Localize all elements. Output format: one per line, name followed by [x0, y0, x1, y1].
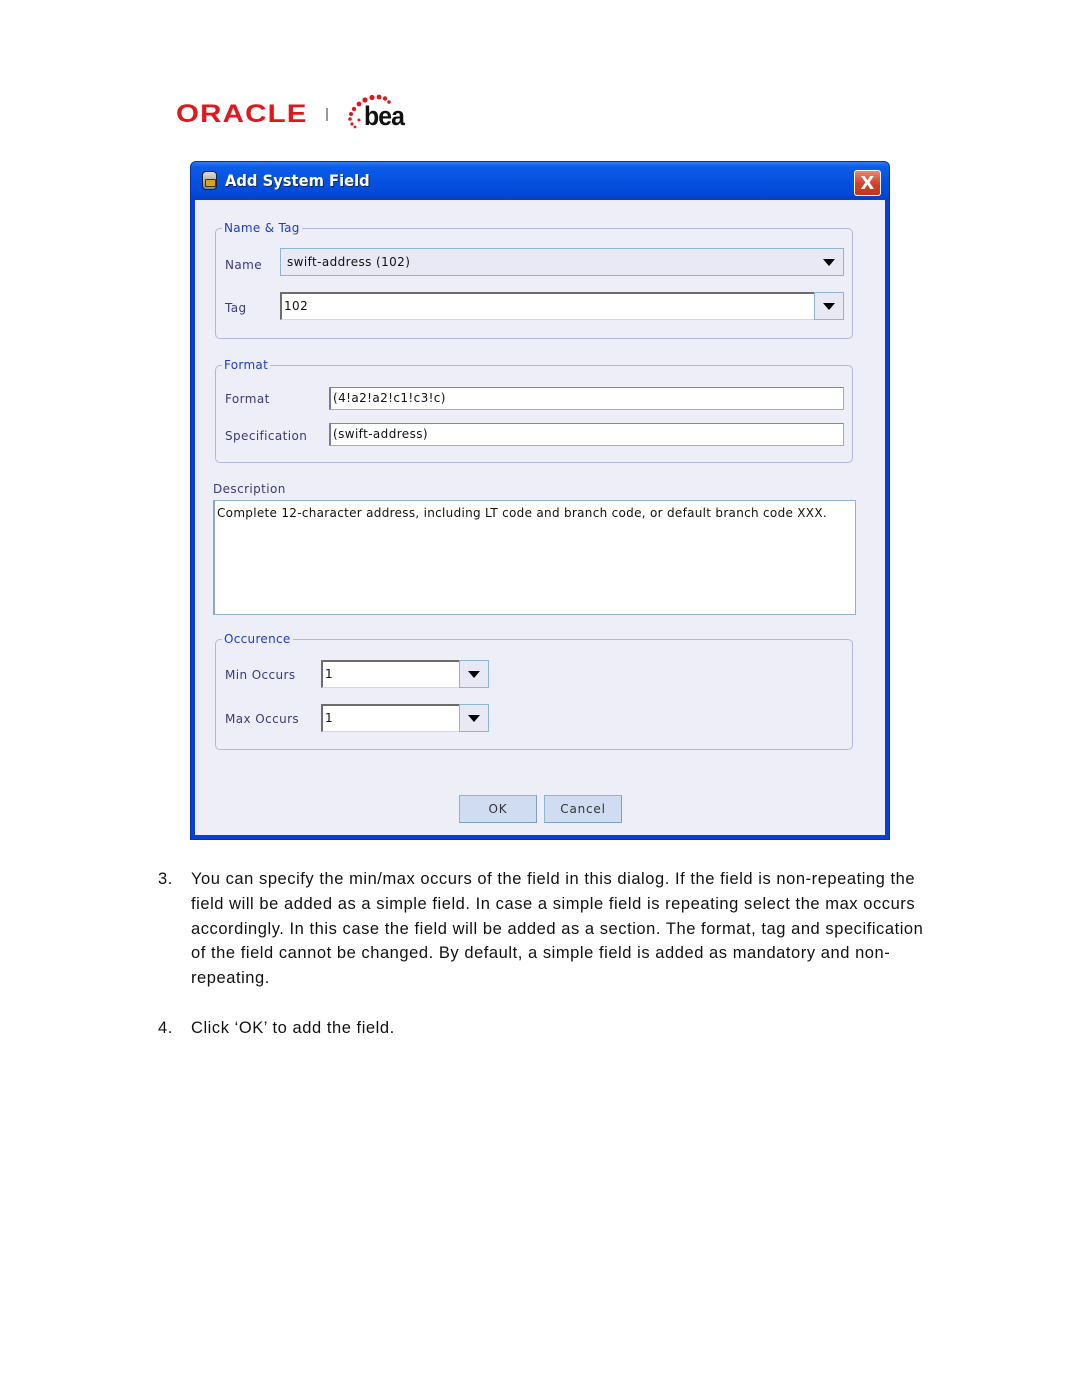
description-textarea[interactable]: Complete 12-character address, including… — [213, 500, 856, 615]
description-value: Complete 12-character address, including… — [217, 506, 827, 520]
name-dropdown-value: swift-address (102) — [287, 255, 411, 269]
step-item: 3. You can specify the min/max occurs of… — [158, 867, 928, 991]
step-text: You can specify the min/max occurs of th… — [191, 870, 924, 988]
specification-input[interactable]: (swift-address) — [329, 423, 844, 446]
dialog-titlebar[interactable]: Add System Field X — [191, 162, 889, 200]
description-label: Description — [213, 482, 286, 496]
close-button[interactable]: X — [854, 170, 881, 196]
step-number: 3. — [158, 870, 173, 888]
chevron-down-icon — [468, 671, 480, 678]
step-item: 4. Click ‘OK’ to add the field. — [158, 1016, 928, 1041]
tag-input-value: 102 — [284, 299, 309, 313]
max-occurs-combobox[interactable]: 1 — [321, 704, 489, 732]
ok-button[interactable]: OK — [459, 795, 537, 823]
max-occurs-label: Max Occurs — [225, 712, 300, 726]
chevron-down-icon — [468, 715, 480, 722]
min-occurs-input[interactable]: 1 — [321, 660, 460, 688]
oracle-logo-text: ORACLE — [176, 99, 308, 128]
name-tag-group: Name & Tag Name swift-address (102) Tag … — [215, 221, 853, 339]
oracle-bea-logo: ORACLE bea — [176, 94, 405, 134]
specification-input-value: (swift-address) — [333, 427, 428, 441]
logo-separator — [326, 108, 328, 121]
chevron-down-icon — [823, 259, 835, 266]
step-number: 4. — [158, 1018, 173, 1037]
format-input-value: (4!a2!a2!c1!c3!c) — [333, 391, 446, 405]
name-label: Name — [225, 258, 263, 272]
name-dropdown[interactable]: swift-address (102) — [280, 248, 844, 276]
format-group-title: Format — [222, 358, 271, 372]
close-icon: X — [860, 172, 875, 194]
format-group: Format Format (4!a2!a2!c1!c3!c) Specific… — [215, 358, 853, 463]
dialog-title: Add System Field — [225, 171, 370, 190]
max-occurs-dropdown-button[interactable] — [459, 704, 489, 732]
bea-logo-text: bea — [364, 101, 405, 131]
tag-input[interactable]: 102 — [280, 292, 815, 320]
bea-logo: bea — [346, 94, 416, 134]
format-label: Format — [225, 392, 270, 406]
tag-label: Tag — [225, 301, 247, 315]
tag-dropdown-button[interactable] — [814, 292, 844, 320]
min-occurs-label: Min Occurs — [225, 668, 296, 682]
chevron-down-icon — [823, 303, 835, 310]
app-icon — [202, 171, 217, 190]
min-occurs-combobox[interactable]: 1 — [321, 660, 489, 688]
add-system-field-dialog: Add System Field X Name & Tag Name swift… — [190, 161, 890, 840]
max-occurs-value: 1 — [325, 711, 334, 725]
format-input[interactable]: (4!a2!a2!c1!c3!c) — [329, 387, 844, 410]
name-tag-group-title: Name & Tag — [222, 221, 302, 235]
step-text: Click ‘OK’ to add the field. — [191, 1018, 395, 1037]
occurence-group: Occurence Min Occurs 1 Max Occurs 1 — [215, 632, 853, 750]
instruction-list: 3. You can specify the min/max occurs of… — [158, 867, 928, 1041]
min-occurs-dropdown-button[interactable] — [459, 660, 489, 688]
min-occurs-value: 1 — [325, 667, 334, 681]
max-occurs-input[interactable]: 1 — [321, 704, 460, 732]
occurence-group-title: Occurence — [222, 632, 293, 646]
tag-combobox[interactable]: 102 — [280, 292, 844, 320]
cancel-button[interactable]: Cancel — [544, 795, 622, 823]
dialog-body: Name & Tag Name swift-address (102) Tag … — [195, 200, 885, 835]
specification-label: Specification — [225, 429, 308, 443]
